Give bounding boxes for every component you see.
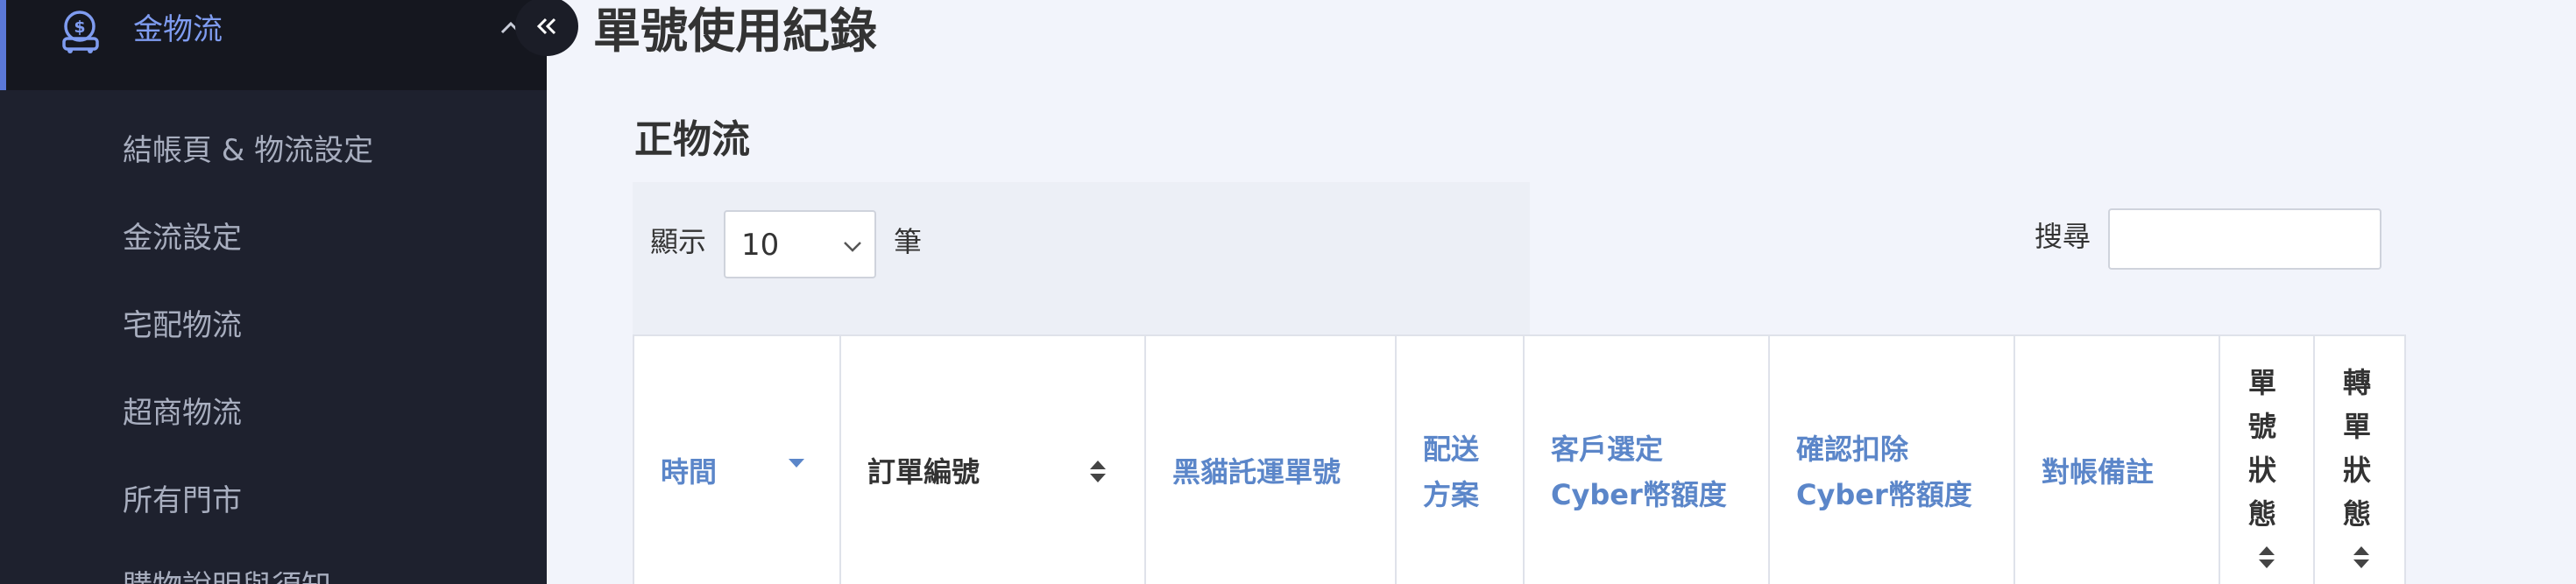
sidebar-active-label: 金物流 [133,12,223,47]
column-header-label: Cyber幣額度 [1796,478,1972,511]
column-header-label: 號 [2248,410,2277,443]
column-header-label: Cyber幣額度 [1551,478,1727,511]
column-header-transfer-status[interactable]: 轉 單 狀 態 [2315,336,2406,584]
sidebar: $ 金物流 結帳頁 & 物流設定 金流設定 宅配物流 超商物流 所有門市 購物說… [0,0,547,584]
money-bag-icon: $ [62,11,99,53]
column-header-label: 態 [2248,497,2277,531]
sidebar-item-payment-settings[interactable]: 金流設定 [123,221,242,256]
page-length-unit: 筆 [894,225,923,258]
column-header-label: 時間 [661,455,718,489]
column-header-label: 態 [2343,497,2372,531]
column-header-customer-cyber-amount[interactable]: 客戶選定 Cyber幣額度 [1525,336,1770,584]
double-chevron-left-icon [536,18,556,35]
column-header-label: 狀 [2343,454,2372,487]
page-length-select[interactable]: 10 [724,210,876,278]
section-title: 正物流 [634,117,750,162]
sort-both-icon [2353,546,2369,568]
column-header-label: 對帳備註 [2042,455,2155,489]
column-header-delivery-plan[interactable]: 配送 方案 [1397,336,1525,584]
column-header-label: 訂單編號 [867,455,980,489]
column-header-reconciliation-note[interactable]: 對帳備註 [2015,336,2220,584]
sidebar-item-home-delivery[interactable]: 宅配物流 [123,308,242,343]
column-header-label: 黑貓託運單號 [1172,455,1341,489]
page-title: 單號使用紀錄 [593,4,877,59]
column-header-label: 單 [2343,410,2372,443]
sidebar-item-all-stores[interactable]: 所有門市 [123,483,242,518]
column-header-tracking-number[interactable]: 黑貓託運單號 [1146,336,1397,584]
column-header-time[interactable]: 時間 [634,336,841,584]
sort-both-icon [1090,461,1106,482]
column-header-label: 客戶選定 [1551,433,1664,466]
search-label: 搜尋 [2035,220,2091,253]
svg-text:$: $ [74,18,85,37]
column-header-label: 狀 [2248,454,2277,487]
sort-desc-icon [789,459,804,468]
sidebar-item-checkout-settings[interactable]: 結帳頁 & 物流設定 [123,133,373,168]
column-header-number-status[interactable]: 單 號 狀 態 [2220,336,2315,584]
sort-both-icon [2259,546,2275,568]
column-header-label: 配送 [1423,433,1480,466]
page-length-value: 10 [741,228,780,263]
sidebar-item-convenience-store[interactable]: 超商物流 [123,396,242,431]
column-header-confirmed-cyber-amount[interactable]: 確認扣除 Cyber幣額度 [1770,336,2015,584]
column-header-label: 方案 [1423,478,1480,511]
column-header-order-number[interactable]: 訂單編號 [841,336,1146,584]
sidebar-item-gold-logistics[interactable]: $ 金物流 [0,0,547,90]
column-header-label: 單 [2248,366,2277,399]
column-header-label: 確認扣除 [1796,433,1909,466]
column-header-label: 轉 [2343,366,2372,399]
page-length-label: 顯示 [650,225,707,258]
sidebar-collapse-button[interactable] [515,0,578,56]
search-input[interactable] [2108,208,2381,270]
sidebar-item-shopping-notes[interactable]: 購物說明與須知 [123,569,331,584]
records-table: 時間 訂單編號 黑貓託運單號 配送 方案 客戶選定 Cyber幣額度 確認扣除 … [633,334,2406,584]
chevron-down-icon [844,242,861,252]
